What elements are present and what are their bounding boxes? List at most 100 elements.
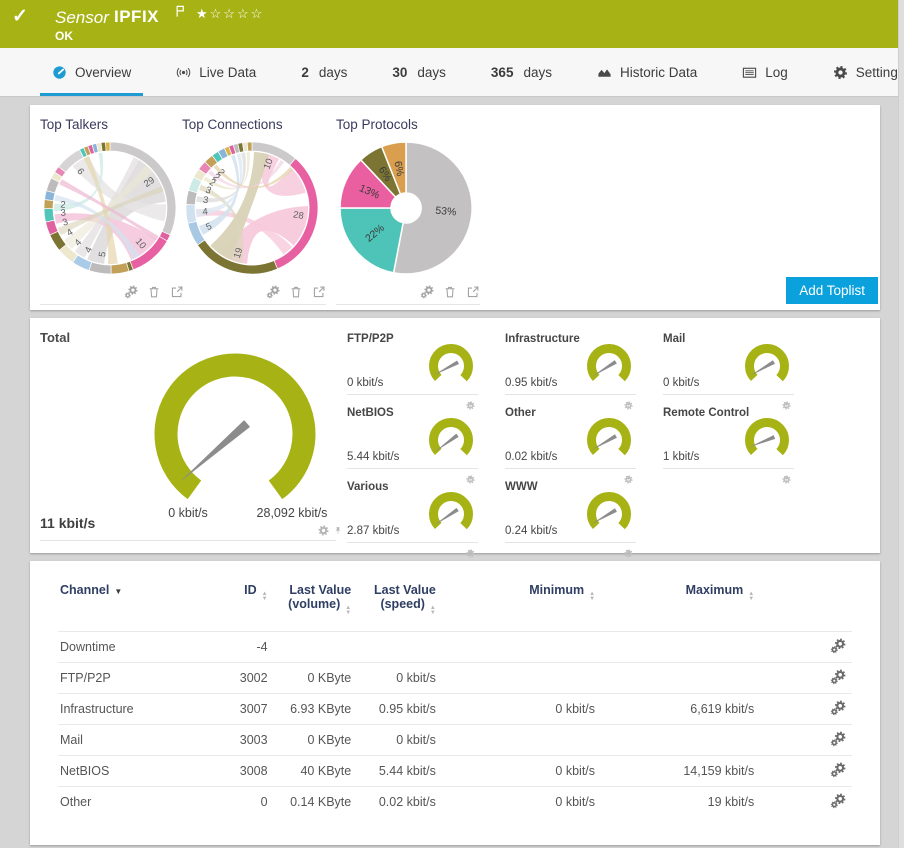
column-header-last-value-volume-[interactable]: Last Value (volume)▲▼ — [270, 581, 354, 632]
mini-gauge-label: Infrastructure — [505, 333, 580, 345]
sensor-name: IPFIX — [114, 7, 159, 27]
tab-2-days[interactable]: 2days — [301, 48, 347, 96]
mini-gauge-label: Other — [505, 407, 536, 419]
tab-log[interactable]: Log — [742, 48, 788, 96]
sort-icon: ▲▼ — [345, 606, 351, 615]
toplist-settings-icon[interactable] — [124, 285, 138, 299]
toplist-open-icon[interactable] — [466, 285, 480, 299]
tab-live-data[interactable]: Live Data — [176, 48, 256, 96]
gear-icon — [833, 65, 848, 80]
log-icon — [742, 65, 757, 80]
mini-gauge-value: 0 kbit/s — [347, 377, 383, 389]
channel-settings-icon[interactable] — [830, 700, 846, 716]
divider — [40, 540, 336, 541]
sensor-header: ✓ Sensor IPFIX ★☆☆☆☆ OK — [0, 0, 899, 48]
tab-overview[interactable]: Overview — [52, 48, 131, 96]
sort-icon: ▲▼ — [748, 592, 754, 601]
mini-gauge-www: WWW0.24 kbit/s — [505, 480, 636, 543]
top-protocols-donut-chart[interactable]: 53%22%13%6%6% — [336, 136, 476, 280]
cell-channel: Other — [58, 787, 209, 818]
cell-speed: 0.95 kbit/s — [353, 694, 438, 725]
toplist-icon-row — [40, 285, 184, 305]
toplist-delete-icon[interactable] — [147, 285, 161, 299]
scrollbar-gutter[interactable] — [898, 0, 904, 848]
table-row-other: Other00.14 KByte0.02 kbit/s0 kbit/s19 kb… — [58, 787, 852, 818]
sort-desc-icon: ▼ — [114, 587, 122, 596]
gauge-pin-icon[interactable] — [333, 523, 343, 541]
column-header-last-value-speed-[interactable]: Last Value (speed)▲▼ — [353, 581, 438, 632]
cell-volume: 0.14 KByte — [270, 787, 354, 818]
channel-settings-icon[interactable] — [830, 638, 846, 654]
channels-table-panel: Channel▼ID▲▼Last Value (volume)▲▼Last Va… — [30, 561, 880, 845]
toplist-delete-icon[interactable] — [443, 285, 457, 299]
cell-speed — [353, 632, 438, 663]
add-toplist-button[interactable]: Add Toplist — [786, 277, 878, 304]
cell-volume: 40 KByte — [270, 756, 354, 787]
tab-settings[interactable]: Settings — [833, 48, 904, 96]
chart-icon — [597, 65, 612, 80]
channel-settings-icon[interactable] — [830, 762, 846, 778]
tab-number: 2 — [301, 65, 309, 80]
channel-settings-icon[interactable] — [830, 731, 846, 747]
cell-speed: 0 kbit/s — [353, 725, 438, 756]
cell-volume: 0 KByte — [270, 725, 354, 756]
cell-min — [438, 663, 597, 694]
mini-gauge-grid: FTP/P2P 0 kbit/s Infrastructure 0.95 kbit/s… — [347, 332, 794, 543]
sensor-type-label: Sensor — [55, 8, 109, 28]
toplist-delete-icon[interactable] — [289, 285, 303, 299]
toplist-open-icon[interactable] — [312, 285, 326, 299]
column-header-id[interactable]: ID▲▼ — [209, 581, 269, 632]
tab-label: Live Data — [199, 65, 256, 80]
cell-channel: NetBIOS — [58, 756, 209, 787]
status-badge: OK — [55, 29, 73, 43]
toplist-settings-icon[interactable] — [266, 285, 280, 299]
cell-channel: FTP/P2P — [58, 663, 209, 694]
flag-icon[interactable] — [172, 4, 187, 24]
total-gauge-scale-min: 0 kbit/s — [152, 506, 224, 520]
cell-speed: 5.44 kbit/s — [353, 756, 438, 787]
cell-max: 6,619 kbit/s — [597, 694, 756, 725]
mini-gauge-label: Remote Control — [663, 407, 749, 419]
top-connections-chord-chart[interactable]: 1028195433222 — [182, 136, 322, 280]
tab-30-days[interactable]: 30days — [392, 48, 446, 96]
broadcast-icon — [176, 65, 191, 80]
svg-text:28: 28 — [292, 209, 304, 222]
toplist-top-protocols: Top Protocols 53%22%13%6%6% — [336, 115, 480, 305]
priority-stars[interactable]: ★☆☆☆☆ — [196, 6, 264, 22]
column-header-maximum[interactable]: Maximum ▲▼ — [597, 581, 756, 632]
cell-volume — [270, 632, 354, 663]
mini-gauge-remote-control: Remote Control1 kbit/s — [663, 406, 794, 469]
total-gauge — [145, 344, 325, 527]
column-label: ID — [244, 583, 257, 597]
column-header-channel[interactable]: Channel ▼ — [58, 581, 209, 632]
svg-text:5: 5 — [97, 251, 109, 258]
channel-settings-icon[interactable] — [830, 793, 846, 809]
status-check-icon: ✓ — [12, 5, 28, 28]
gauge-settings-icon[interactable] — [318, 523, 329, 541]
column-label: Maximum — [686, 583, 744, 597]
column-header-minimum[interactable]: Minimum▲▼ — [438, 581, 597, 632]
mini-gauge-label: WWW — [505, 481, 538, 493]
gauge-icon — [52, 65, 67, 80]
toplists-panel: Top Talkers 291054443326 Top Connections… — [30, 105, 880, 310]
cell-actions — [756, 725, 852, 756]
column-label: Channel — [60, 583, 109, 597]
cell-actions — [756, 663, 852, 694]
top-talkers-chord-chart[interactable]: 291054443326 — [40, 136, 180, 280]
mini-gauge-value: 0 kbit/s — [663, 377, 699, 389]
tab-365-days[interactable]: 365days — [491, 48, 552, 96]
channel-settings-icon[interactable] — [830, 669, 846, 685]
mini-gauge-ftp-p2p: FTP/P2P 0 kbit/s — [347, 332, 478, 395]
toplist-settings-icon[interactable] — [420, 285, 434, 299]
tab-label: Historic Data — [620, 65, 697, 80]
tab-historic-data[interactable]: Historic Data — [597, 48, 697, 96]
total-gauge-value: 11 kbit/s — [40, 515, 95, 531]
mini-gauge-netbios: NetBIOS5.44 kbit/s — [347, 406, 478, 469]
cell-min: 0 kbit/s — [438, 694, 597, 725]
mini-gauge-label: FTP/P2P — [347, 333, 394, 345]
cell-min — [438, 725, 597, 756]
tab-label: Settings — [856, 65, 904, 80]
mini-gauge-mail: Mail0 kbit/s — [663, 332, 794, 395]
channels-table: Channel▼ID▲▼Last Value (volume)▲▼Last Va… — [58, 581, 852, 817]
mini-gauge-value: 0.95 kbit/s — [505, 377, 557, 389]
